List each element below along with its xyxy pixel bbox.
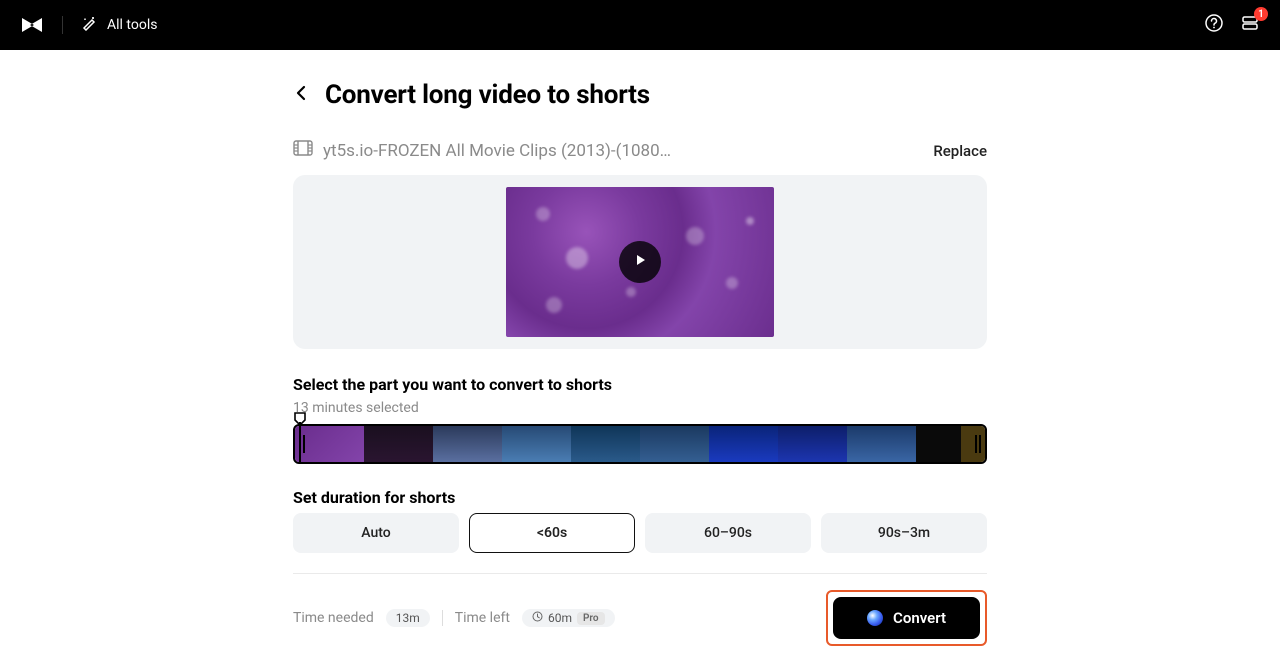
time-left-pill: 60m Pro (522, 609, 615, 627)
time-info: Time needed 13m Time left 60m Pro (293, 609, 615, 627)
time-needed-label: Time needed (293, 610, 374, 626)
timeline-track[interactable] (293, 424, 987, 464)
video-thumbnail[interactable] (506, 187, 774, 337)
duration-option-60-90s[interactable]: 60–90s (645, 513, 811, 553)
duration-option-60s[interactable]: <60s (469, 513, 635, 553)
pro-badge: Pro (577, 612, 605, 625)
help-icon (1204, 13, 1224, 37)
all-tools-button[interactable]: All tools (81, 15, 157, 35)
playhead[interactable] (293, 412, 307, 426)
time-left-label: Time left (455, 610, 510, 626)
duration-section-title: Set duration for shorts (293, 488, 987, 507)
convert-highlight: Convert (826, 590, 987, 646)
selected-duration-text: 13 minutes selected (293, 400, 987, 416)
timeline-frame (709, 426, 778, 462)
help-button[interactable] (1204, 13, 1224, 37)
time-needed-pill: 13m (386, 609, 430, 627)
video-file-icon (293, 140, 313, 161)
divider (293, 573, 987, 574)
duration-option-auto[interactable]: Auto (293, 513, 459, 553)
back-button[interactable] (293, 84, 311, 106)
header-right: 1 (1204, 13, 1260, 37)
file-info: yt5s.io-FROZEN All Movie Clips (2013)-(1… (293, 140, 671, 161)
timeline-frame (778, 426, 847, 462)
trim-handle-right[interactable] (973, 426, 983, 462)
clock-icon (532, 611, 543, 625)
app-header: All tools 1 (0, 0, 1280, 50)
bottom-row: Time needed 13m Time left 60m Pro Conver… (293, 590, 987, 646)
timeline-frame (364, 426, 433, 462)
timeline-frame (847, 426, 916, 462)
magic-wand-icon (81, 15, 97, 35)
file-name: yt5s.io-FROZEN All Movie Clips (2013)-(1… (323, 141, 671, 161)
duration-option-90s-3m[interactable]: 90s–3m (821, 513, 987, 553)
ai-orb-icon (867, 610, 883, 626)
app-logo[interactable] (20, 15, 44, 35)
timeline-frame (640, 426, 709, 462)
chevron-left-icon (293, 84, 311, 106)
convert-button[interactable]: Convert (833, 597, 980, 639)
all-tools-label: All tools (107, 17, 157, 33)
play-icon (632, 252, 648, 272)
video-preview (293, 175, 987, 349)
divider (62, 16, 63, 34)
convert-label: Convert (893, 609, 946, 627)
page-title: Convert long video to shorts (325, 80, 650, 110)
play-button[interactable] (619, 241, 661, 283)
header-left: All tools (20, 15, 157, 35)
timeline-frame (571, 426, 640, 462)
replace-button[interactable]: Replace (933, 142, 987, 160)
time-left-value: 60m (548, 611, 572, 625)
file-row: yt5s.io-FROZEN All Movie Clips (2013)-(1… (293, 140, 987, 161)
main-content: Convert long video to shorts yt5s.io-FRO… (293, 50, 987, 646)
select-section-title: Select the part you want to convert to s… (293, 375, 987, 394)
timeline-frame (502, 426, 571, 462)
timeline-frame (433, 426, 502, 462)
timeline[interactable] (293, 424, 987, 464)
duration-options: Auto <60s 60–90s 90s–3m (293, 513, 987, 553)
title-row: Convert long video to shorts (293, 80, 987, 110)
inbox-button[interactable]: 1 (1240, 13, 1260, 37)
divider (442, 610, 443, 626)
notification-badge: 1 (1254, 7, 1268, 21)
